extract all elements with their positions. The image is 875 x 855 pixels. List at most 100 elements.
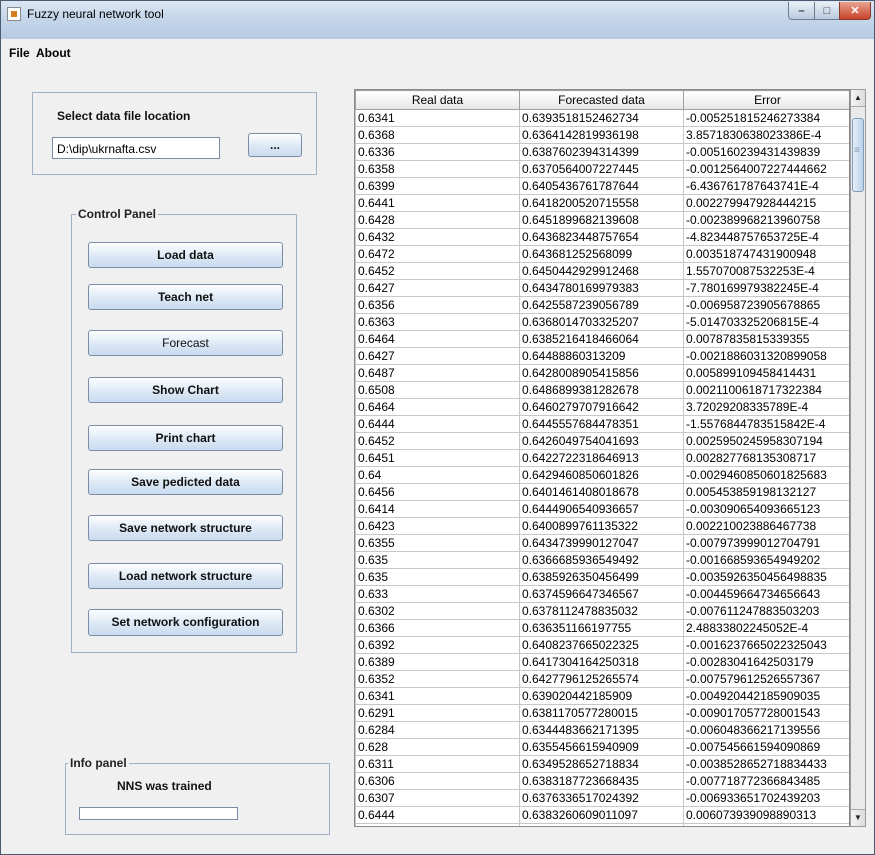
- forecast-value-cell[interactable]: 0.6349528652718834: [519, 755, 684, 773]
- table-row[interactable]: 0.635 0.6385926350456499 -0.00359263504564…: [355, 568, 849, 586]
- real-value-cell[interactable]: 0.635: [355, 568, 520, 586]
- forecast-value-cell[interactable]: 0.6425587239056789: [519, 296, 684, 314]
- forecast-value-cell[interactable]: 0.6422722318646913: [519, 449, 684, 467]
- file-path-input[interactable]: D:\dip\ukrnafta.csv: [52, 137, 220, 159]
- print-chart-button[interactable]: Print chart: [88, 425, 283, 451]
- table-row[interactable]: 0.6427 0.64488860313209 -0.002188603132089…: [355, 347, 849, 365]
- real-value-cell[interactable]: 0.6423: [355, 517, 520, 535]
- real-value-cell[interactable]: 0.6428: [355, 211, 520, 229]
- table-row[interactable]: 0.6452 0.6426049754041693 0.00259502459583…: [355, 432, 849, 450]
- real-value-cell[interactable]: 0.6444: [355, 806, 520, 824]
- error-value-cell[interactable]: -0.002389968213960758: [683, 211, 849, 229]
- real-value-cell[interactable]: 0.6355: [355, 534, 520, 552]
- real-value-cell[interactable]: 0.6487: [355, 364, 520, 382]
- minimize-button[interactable]: –: [788, 2, 815, 20]
- forecast-value-cell[interactable]: 0.6370564007227445: [519, 160, 684, 178]
- error-value-cell[interactable]: -0.006958723905678865: [683, 296, 849, 314]
- vertical-scrollbar[interactable]: ▲ ▼: [850, 89, 866, 827]
- table-row[interactable]: 0.6444 0.6445557684478351 -1.5576844783515…: [355, 415, 849, 433]
- error-value-cell[interactable]: -0.005251815246273384: [683, 109, 849, 127]
- table-row[interactable]: 0.635 0.6366685936549492 -0.00166859365494…: [355, 551, 849, 569]
- real-value-cell[interactable]: 0.6336: [355, 143, 520, 161]
- error-value-cell[interactable]: -0.0038528652718834433: [683, 755, 849, 773]
- forecast-value-cell[interactable]: 0.6467033569845085: [519, 823, 684, 826]
- real-value-cell[interactable]: 0.6341: [355, 109, 520, 127]
- error-value-cell[interactable]: 0.002827768135308717: [683, 449, 849, 467]
- table-row[interactable]: 0.64 0.6429460850601826 -0.002946085060182…: [355, 466, 849, 484]
- load-network-structure-button[interactable]: Load network structure: [88, 563, 283, 589]
- table-row[interactable]: 0.6456 0.6401461408018678 0.00545385919813…: [355, 483, 849, 501]
- table-row[interactable]: 0.6363 0.6368014703325207 -5.0147033252068…: [355, 313, 849, 331]
- real-value-cell[interactable]: 0.6427: [355, 279, 520, 297]
- table-row[interactable]: 0.6414 0.6444906540936657 -0.0030906540936…: [355, 500, 849, 518]
- error-value-cell[interactable]: 0.0021100618717322384: [683, 381, 849, 399]
- error-value-cell[interactable]: -0.004920442185909035: [683, 687, 849, 705]
- error-value-cell[interactable]: -4.823448757653725E-4: [683, 228, 849, 246]
- table-row[interactable]: 0.6341 0.639020442185909 -0.00492044218590…: [355, 687, 849, 705]
- real-value-cell[interactable]: 0.6341: [355, 687, 520, 705]
- table-row[interactable]: 0.6291 0.6381170577280015 -0.0090170577280…: [355, 704, 849, 722]
- table-row[interactable]: 0.6284 0.6344483662171395 -0.0060483662171…: [355, 721, 849, 739]
- menu-file[interactable]: File: [9, 46, 30, 60]
- forecast-value-cell[interactable]: 0.6429460850601826: [519, 466, 684, 484]
- forecast-value-cell[interactable]: 0.6368014703325207: [519, 313, 684, 331]
- load-data-button[interactable]: Load data: [88, 242, 283, 268]
- table-row[interactable]: 0.6464 0.6385216418466064 0.00787835815339…: [355, 330, 849, 348]
- forecast-value-cell[interactable]: 0.6383260609011097: [519, 806, 684, 824]
- forecast-value-cell[interactable]: 0.6374596647346567: [519, 585, 684, 603]
- error-value-cell[interactable]: -0.003090654093665123: [683, 500, 849, 518]
- table-row[interactable]: 0.6302 0.6378112478835032 -0.0076112478835…: [355, 602, 849, 620]
- teach-net-button[interactable]: Teach net: [88, 284, 283, 310]
- real-value-cell[interactable]: 0.6306: [355, 772, 520, 790]
- scroll-up-icon[interactable]: ▲: [851, 90, 865, 107]
- table-row[interactable]: 0.6341 0.6393518152462734 -0.0052518152462…: [355, 109, 849, 127]
- error-value-cell[interactable]: -0.007611247883503203: [683, 602, 849, 620]
- real-value-cell[interactable]: 0.6464: [355, 398, 520, 416]
- scroll-thumb[interactable]: [852, 118, 864, 192]
- table-row[interactable]: 0.6336 0.6387602394314399 -0.0051602394314…: [355, 143, 849, 161]
- forecast-value-cell[interactable]: 0.6381170577280015: [519, 704, 684, 722]
- menu-about[interactable]: About: [36, 46, 71, 60]
- real-value-cell[interactable]: 0.633: [355, 585, 520, 603]
- real-value-cell[interactable]: 0.6451: [355, 449, 520, 467]
- scroll-down-icon[interactable]: ▼: [851, 809, 865, 826]
- error-value-cell[interactable]: -0.0012564007227444662: [683, 160, 849, 178]
- forecast-value-cell[interactable]: 0.6427796125265574: [519, 670, 684, 688]
- column-header-error[interactable]: Error: [683, 90, 849, 110]
- error-value-cell[interactable]: -0.007718772366843485: [683, 772, 849, 790]
- forecast-value-cell[interactable]: 0.6364142819936198: [519, 126, 684, 144]
- table-row[interactable]: 0.6352 0.6427796125265574 -0.0075796125265…: [355, 670, 849, 688]
- forecast-value-cell[interactable]: 0.6378112478835032: [519, 602, 684, 620]
- error-value-cell[interactable]: 0.005899109458414431: [683, 364, 849, 382]
- table-row[interactable]: 0.6358 0.6370564007227445 -0.0012564007227…: [355, 160, 849, 178]
- error-value-cell[interactable]: -0.001668593654949202: [683, 551, 849, 569]
- table-row[interactable]: 0.6423 0.6400899761135322 0.00221002388646…: [355, 517, 849, 535]
- forecast-value-cell[interactable]: 0.6434739990127047: [519, 534, 684, 552]
- forecast-value-cell[interactable]: 0.6451899682139608: [519, 211, 684, 229]
- real-value-cell[interactable]: 0.6427: [355, 347, 520, 365]
- close-button[interactable]: ✕: [839, 2, 871, 20]
- table-row[interactable]: 0.6444 0.6383260609011097 0.00607393909889…: [355, 806, 849, 824]
- real-value-cell[interactable]: 0.6441: [355, 194, 520, 212]
- real-value-cell[interactable]: 0.6358: [355, 160, 520, 178]
- forecast-value-cell[interactable]: 0.6428008905415856: [519, 364, 684, 382]
- real-value-cell[interactable]: 0.6444: [355, 415, 520, 433]
- forecast-value-cell[interactable]: 0.643681252568099: [519, 245, 684, 263]
- table-row[interactable]: 0.633 0.6374596647346567 -0.00445966473465…: [355, 585, 849, 603]
- error-value-cell[interactable]: -0.004459664734656643: [683, 585, 849, 603]
- real-value-cell[interactable]: 0.6363: [355, 313, 520, 331]
- error-value-cell[interactable]: -0.0015033569845085107: [683, 823, 849, 826]
- real-value-cell[interactable]: 0.6352: [355, 670, 520, 688]
- forecast-value-cell[interactable]: 0.6417304164250318: [519, 653, 684, 671]
- forecast-button[interactable]: Forecast: [88, 330, 283, 356]
- error-value-cell[interactable]: 1.557070087532253E-4: [683, 262, 849, 280]
- error-value-cell[interactable]: 0.00787835815339355: [683, 330, 849, 348]
- forecast-value-cell[interactable]: 0.6434780169979383: [519, 279, 684, 297]
- error-value-cell[interactable]: 0.005453859198132127: [683, 483, 849, 501]
- maximize-button[interactable]: □: [814, 2, 840, 20]
- real-value-cell[interactable]: 0.6432: [355, 228, 520, 246]
- table-row[interactable]: 0.6432 0.6436823448757654 -4.8234487576537…: [355, 228, 849, 246]
- table-row[interactable]: 0.6399 0.6405436761787644 -6.4367617876437…: [355, 177, 849, 195]
- real-value-cell[interactable]: 0.6452: [355, 432, 520, 450]
- error-value-cell[interactable]: -0.007579612526557367: [683, 670, 849, 688]
